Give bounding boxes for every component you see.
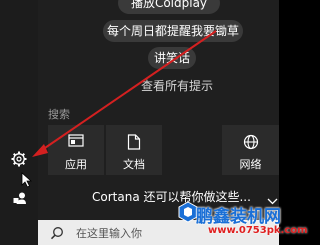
watermark-title: 鹏鑫装机网 — [196, 207, 281, 227]
watermark-logo-icon — [178, 201, 198, 227]
arrow-head — [32, 144, 48, 157]
watermark-url: www.0753pk.com — [208, 225, 308, 236]
site-watermark: 鹏鑫装机网 www.0753pk.com — [178, 195, 308, 245]
